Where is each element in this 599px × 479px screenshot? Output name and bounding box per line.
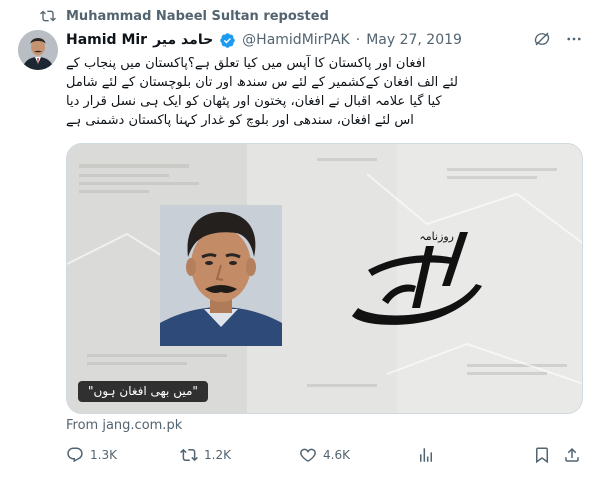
share-button[interactable] [563,446,581,464]
tweet-date[interactable]: May 27, 2019 [366,32,462,48]
newspaper-background-image [67,144,582,413]
author-display-name[interactable]: Hamid Mir [66,32,147,48]
repost-icon [40,8,56,24]
jang-logo: روزنامہ [342,216,492,336]
avatar[interactable] [18,30,58,70]
link-card[interactable]: روزنامہ "میں بھی افغان ہوں" [66,143,583,414]
tweet-text-line: کیا گیا علامہ اقبال نے افغان، پختون اور … [66,94,442,109]
reply-count: 1.3K [90,448,117,462]
card-caption: "میں بھی افغان ہوں" [78,381,208,402]
bookmark-icon [533,446,551,464]
share-icon [563,446,581,464]
tweet-text-line: لئے الف افغان کےکشمیر کے لئے س سندھ اور … [66,75,458,90]
heart-icon [299,446,317,464]
tweet-text: افغان اور پاکستان کا آپس میں کیا تعلق ہے… [66,54,583,130]
views-button[interactable] [417,446,435,464]
author-urdu-name[interactable]: حامد میر [153,32,213,48]
repost-icon [180,446,198,464]
like-button[interactable]: 4.6K [299,446,350,464]
verified-badge-icon [219,32,236,49]
more-options-icon[interactable] [565,30,583,48]
tweet-text-line: اس لئے افغان، سندھی اور بلوچ کو غدار کہن… [66,113,414,128]
logo-subtext: روزنامہ [419,230,454,243]
grok-icon[interactable] [533,30,551,48]
analytics-icon [417,446,435,464]
reply-icon [66,446,84,464]
bookmark-button[interactable] [533,446,551,464]
card-source-link[interactable]: From jang.com.pk [66,418,182,433]
tweet-text-line: افغان اور پاکستان کا آپس میں کیا تعلق ہے… [66,56,426,71]
repost-count: 1.2K [204,448,231,462]
separator-dot: · [355,32,361,48]
repost-button[interactable]: 1.2K [180,446,231,464]
author-handle[interactable]: @HamidMirPAK [242,32,350,48]
like-count: 4.6K [323,448,350,462]
portrait-photo [160,205,282,346]
action-bar: 1.3K 1.2K 4.6K [66,446,583,468]
tweet-header: Hamid Mir حامد میر @HamidMirPAK · May 27… [66,30,583,50]
reply-button[interactable]: 1.3K [66,446,117,464]
repost-indicator[interactable]: Muhammad Nabeel Sultan reposted [40,8,329,24]
repost-text[interactable]: Muhammad Nabeel Sultan reposted [66,9,329,24]
